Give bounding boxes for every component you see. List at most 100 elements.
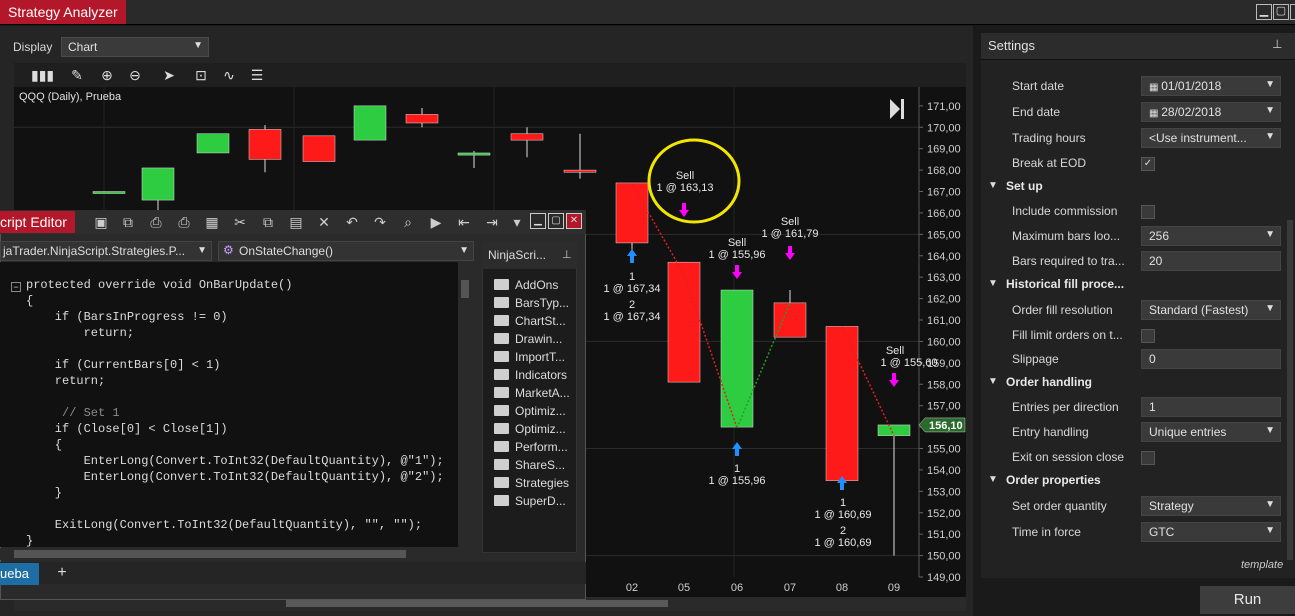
compile-icon[interactable]: ▦ — [203, 213, 221, 231]
candle-body[interactable] — [248, 129, 282, 160]
candle-body[interactable] — [141, 167, 175, 201]
settings-category[interactable]: Order properties — [1006, 473, 1101, 487]
settings-value-field[interactable]: Unique entries ▼ — [1141, 422, 1281, 442]
zoom-in-icon[interactable]: ⊕ — [98, 67, 116, 83]
candle-body[interactable] — [353, 105, 387, 141]
calendar-icon[interactable]: ▦ — [1149, 108, 1161, 119]
category-expand-icon[interactable]: ▼ — [988, 278, 998, 289]
code-horizontal-scrollbar[interactable] — [0, 548, 458, 560]
tab-prueba[interactable]: ueba — [0, 563, 39, 585]
scrollbar-thumb[interactable] — [286, 600, 668, 607]
undo-icon[interactable]: ↶ — [343, 213, 361, 231]
zoom-out-icon[interactable]: ⊖ — [126, 67, 144, 83]
candle-body[interactable] — [563, 169, 597, 173]
category-expand-icon[interactable]: ▼ — [988, 376, 998, 387]
properties-icon[interactable]: ☰ — [248, 67, 266, 83]
settings-checkbox[interactable] — [1141, 329, 1155, 343]
explorer-folder[interactable]: SuperD... — [494, 494, 584, 510]
explorer-folder[interactable]: MarketA... — [494, 386, 584, 402]
class-select[interactable]: jaTrader.NinjaScript.Strategies.P... ▼ — [0, 241, 212, 261]
dropdown-icon[interactable]: ▾ — [508, 213, 526, 231]
paste-icon[interactable]: ▤ — [287, 213, 305, 231]
template-link[interactable]: template — [1241, 559, 1283, 571]
candle-body[interactable] — [196, 133, 230, 154]
settings-value-field[interactable]: GTC ▼ — [1141, 522, 1281, 542]
candle-body[interactable] — [720, 289, 754, 428]
settings-value-field[interactable]: 20 — [1141, 251, 1281, 271]
run-button[interactable]: Run — [1200, 586, 1295, 614]
settings-category[interactable]: Historical fill proce... — [1006, 277, 1124, 291]
editor-close-button[interactable]: ✕ — [566, 213, 582, 229]
settings-checkbox[interactable]: ✓ — [1141, 157, 1155, 171]
indent-icon[interactable]: ⇥ — [483, 213, 501, 231]
outdent-icon[interactable]: ⇤ — [455, 213, 473, 231]
minimize-button[interactable]: ▁ — [1256, 4, 1272, 20]
print-preview-icon[interactable]: ⎙ — [175, 213, 193, 231]
pencil-icon[interactable]: ✎ — [68, 67, 86, 83]
save-all-icon[interactable]: ⧉ — [119, 213, 137, 231]
delete-icon[interactable]: ✕ — [315, 213, 333, 231]
settings-value-field[interactable]: ▦ 01/01/2018 ▼ — [1141, 76, 1281, 96]
settings-value-field[interactable]: 0 — [1141, 349, 1281, 369]
save-icon[interactable]: ▣ — [92, 213, 110, 231]
candle-body[interactable] — [773, 302, 807, 338]
candle-body[interactable] — [667, 261, 701, 383]
candle-body[interactable] — [615, 182, 649, 244]
explorer-folder[interactable]: Drawin... — [494, 332, 584, 348]
settings-checkbox[interactable] — [1141, 451, 1155, 465]
explorer-folder[interactable]: Perform... — [494, 440, 584, 456]
settings-checkbox[interactable] — [1141, 205, 1155, 219]
explorer-folder[interactable]: Indicators — [494, 368, 584, 384]
candle-body[interactable] — [302, 135, 336, 162]
collapse-icon[interactable]: − — [11, 282, 21, 292]
terminal-icon[interactable]: ▶ — [427, 213, 445, 231]
category-expand-icon[interactable]: ▼ — [988, 474, 998, 485]
member-select[interactable]: ⚙ OnStateChange() ▼ — [218, 241, 474, 261]
pin-icon[interactable]: ⊥ — [562, 248, 572, 261]
explorer-folder[interactable]: ShareS... — [494, 458, 584, 474]
settings-value-field[interactable]: ▦ 28/02/2018 ▼ — [1141, 102, 1281, 122]
settings-value-field[interactable]: 256 ▼ — [1141, 226, 1281, 246]
settings-value-field[interactable]: 1 — [1141, 397, 1281, 417]
add-tab-button[interactable]: + — [52, 564, 72, 582]
cut-icon[interactable]: ✂ — [231, 213, 249, 231]
explorer-folder[interactable]: BarsTyp... — [494, 296, 584, 312]
settings-category[interactable]: Order handling — [1006, 375, 1092, 389]
strategy-icon[interactable]: ∿ — [220, 67, 238, 83]
category-expand-icon[interactable]: ▼ — [988, 180, 998, 191]
explorer-folder[interactable]: ImportT... — [494, 350, 584, 366]
calendar-icon[interactable]: ▦ — [1149, 82, 1161, 93]
explorer-folder[interactable]: ChartSt... — [494, 314, 584, 330]
settings-value-field[interactable]: Strategy ▼ — [1141, 496, 1281, 516]
candle-body[interactable] — [510, 133, 544, 141]
candle-body[interactable] — [405, 114, 439, 124]
editor-minimize-button[interactable]: ▁ — [530, 213, 546, 229]
scrollbar-thumb[interactable] — [14, 550, 406, 558]
settings-value-field[interactable]: Standard (Fastest) ▼ — [1141, 300, 1281, 320]
maximize-button[interactable]: ▢ — [1273, 4, 1289, 20]
data-box-icon[interactable]: ⊡ — [192, 67, 210, 83]
close-button[interactable] — [1290, 4, 1295, 20]
find-icon[interactable]: ⌕ — [399, 213, 417, 231]
scroll-to-end-bar[interactable] — [901, 99, 904, 119]
scroll-to-end-icon[interactable] — [890, 99, 900, 119]
explorer-folder[interactable]: AddOns — [494, 278, 584, 294]
explorer-folder[interactable]: Optimiz... — [494, 422, 584, 438]
redo-icon[interactable]: ↷ — [371, 213, 389, 231]
pointer-icon[interactable]: ➤ — [160, 67, 178, 83]
editor-maximize-button[interactable]: ▢ — [548, 213, 564, 229]
candle-body[interactable] — [457, 152, 491, 156]
code-area[interactable] — [0, 262, 458, 547]
candle-body[interactable] — [877, 424, 911, 436]
settings-scrollbar[interactable] — [1287, 220, 1293, 560]
bar-style-icon[interactable]: ▮▮▮ — [31, 67, 54, 83]
scrollbar-thumb[interactable] — [461, 280, 469, 298]
print-icon[interactable]: ⎙ — [147, 213, 165, 231]
explorer-folder[interactable]: Strategies — [494, 476, 584, 492]
settings-value-field[interactable]: <Use instrument... ▼ — [1141, 128, 1281, 148]
display-select[interactable]: Chart ▼ — [61, 37, 209, 57]
explorer-folder[interactable]: Optimiz... — [494, 404, 584, 420]
code-vertical-scrollbar[interactable] — [459, 262, 471, 547]
copy-icon[interactable]: ⧉ — [259, 213, 277, 231]
candle-body[interactable] — [92, 191, 126, 194]
